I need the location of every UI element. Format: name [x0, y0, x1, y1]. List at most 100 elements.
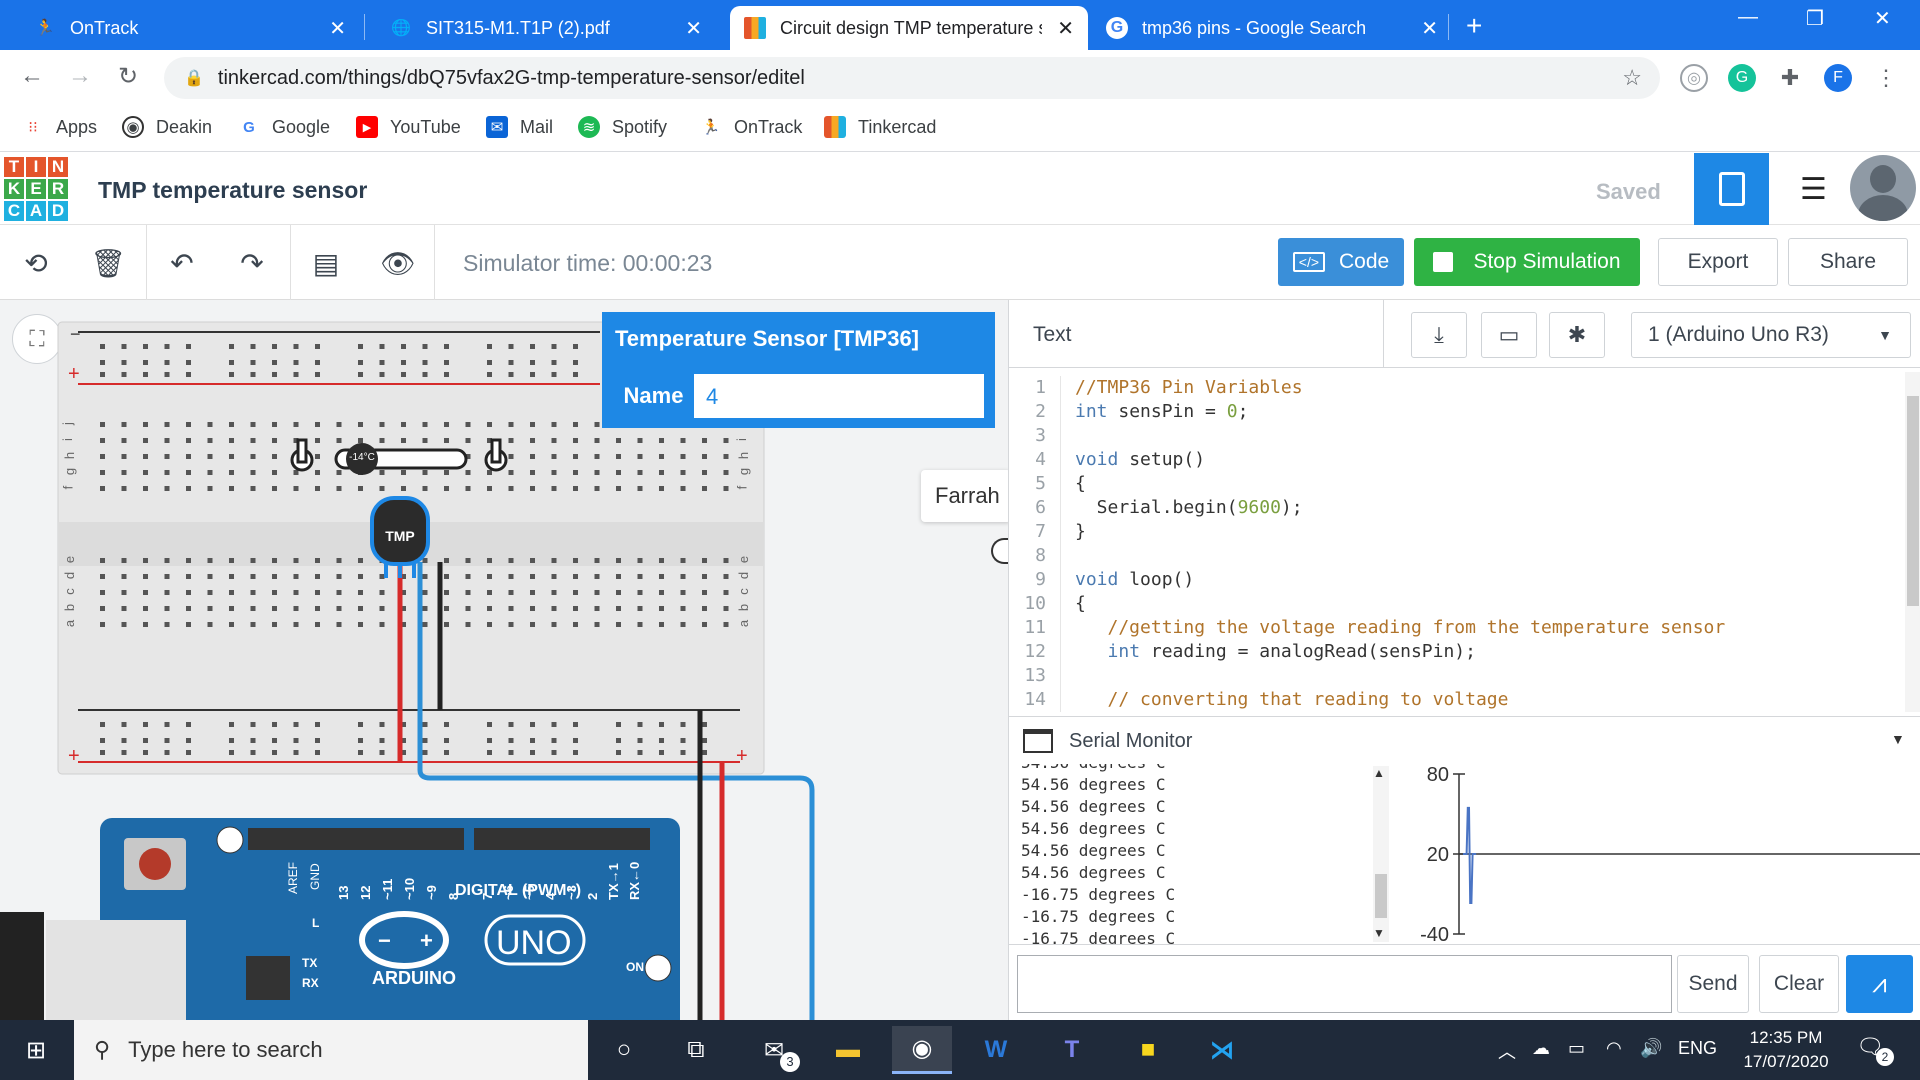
- bookmark-tinkercad[interactable]: Tinkercad: [824, 116, 936, 138]
- new-tab-button[interactable]: +: [1466, 10, 1482, 42]
- minimize-icon[interactable]: —: [1738, 6, 1758, 29]
- clock[interactable]: 12:35 PM 17/07/2020: [1736, 1026, 1836, 1074]
- trash-icon[interactable]: 🗑: [88, 243, 128, 283]
- menu-icon[interactable]: ⋮: [1872, 64, 1900, 92]
- volume-icon[interactable]: 🔊: [1640, 1038, 1662, 1059]
- bookmark-youtube[interactable]: ▶ YouTube: [356, 116, 461, 138]
- serial-monitor-header[interactable]: Serial Monitor ▼: [1009, 716, 1920, 764]
- cortana-icon[interactable]: ○: [594, 1026, 654, 1074]
- word-icon[interactable]: W: [966, 1026, 1026, 1074]
- battery-icon[interactable]: ▭: [1568, 1038, 1585, 1059]
- code-line[interactable]: 4 void setup(): [1009, 448, 1205, 472]
- notes-icon[interactable]: ▤: [306, 243, 346, 283]
- close-icon[interactable]: ✕: [1421, 16, 1438, 41]
- close-icon[interactable]: ✕: [685, 16, 702, 41]
- component-inspector[interactable]: Temperature Sensor [TMP36] Name 4: [602, 312, 995, 428]
- board-selector[interactable]: 1 (Arduino Uno R3) ▼: [1631, 312, 1911, 358]
- code-line[interactable]: 8: [1009, 544, 1075, 568]
- file-explorer-icon[interactable]: ▬: [818, 1026, 878, 1074]
- chevron-up-icon[interactable]: ︿: [1498, 1038, 1516, 1064]
- graph-toggle-icon[interactable]: ⩘: [1846, 955, 1913, 1013]
- logo-letter: I: [26, 157, 46, 177]
- task-view-icon[interactable]: ⧉: [666, 1026, 726, 1074]
- scroll-down-icon[interactable]: ▼: [1373, 926, 1385, 940]
- tinkercad-logo[interactable]: T I N K E R C A D: [4, 157, 68, 221]
- vscode-icon[interactable]: ⋊: [1192, 1026, 1252, 1074]
- code-line[interactable]: 6 Serial.begin(9600);: [1009, 496, 1303, 520]
- tab-pdf[interactable]: 🌐 SIT315-M1.T1P (2).pdf ✕: [376, 6, 716, 50]
- language-indicator[interactable]: ENG: [1678, 1038, 1717, 1059]
- serial-output[interactable]: 54.56 degrees C 54.56 degrees C 54.56 degr…: [1009, 764, 1409, 944]
- sticky-notes-icon[interactable]: ■: [1118, 1026, 1178, 1074]
- bookmark-ontrack[interactable]: 🏃 OnTrack: [700, 116, 803, 138]
- bookmark-apps[interactable]: ⁝⁝ Apps: [22, 116, 97, 138]
- code-line[interactable]: 11 //getting the voltage reading from th…: [1009, 616, 1725, 640]
- code-line[interactable]: 7}: [1009, 520, 1086, 544]
- extension-icon[interactable]: ◎: [1680, 64, 1708, 92]
- profile-avatar[interactable]: F: [1824, 64, 1852, 92]
- chevron-down-icon[interactable]: ▼: [1891, 731, 1905, 747]
- reload-icon[interactable]: ↻: [112, 62, 144, 91]
- code-line[interactable]: 1 //TMP36 Pin Variables: [1009, 376, 1303, 400]
- clear-button[interactable]: Clear: [1759, 955, 1839, 1013]
- eye-icon[interactable]: 👁: [378, 243, 418, 283]
- code-line[interactable]: 9 void loop(): [1009, 568, 1194, 592]
- code-button[interactable]: </> Code: [1278, 238, 1404, 286]
- bookmark-mail[interactable]: ✉ Mail: [486, 116, 553, 138]
- bookmark-deakin[interactable]: ◉ Deakin: [122, 116, 212, 138]
- project-title[interactable]: TMP temperature sensor: [98, 177, 367, 204]
- close-window-icon[interactable]: ✕: [1874, 6, 1891, 31]
- code-line[interactable]: 5{: [1009, 472, 1086, 496]
- download-icon[interactable]: ⤓: [1411, 312, 1467, 358]
- onedrive-icon[interactable]: ☁: [1532, 1038, 1550, 1059]
- send-button[interactable]: Send: [1677, 955, 1749, 1013]
- bookmark-spotify[interactable]: ≋ Spotify: [578, 116, 667, 138]
- undo-icon[interactable]: ↶: [162, 243, 202, 283]
- code-line[interactable]: 2 int sensPin = 0;: [1009, 400, 1248, 424]
- export-button[interactable]: Export: [1658, 238, 1778, 286]
- redo-icon[interactable]: ↷: [232, 243, 272, 283]
- code-line[interactable]: 14 // converting that reading to voltage: [1009, 688, 1508, 712]
- close-icon[interactable]: ✕: [329, 16, 346, 41]
- scroll-up-icon[interactable]: ▲: [1373, 766, 1385, 780]
- chrome-icon[interactable]: ◉: [892, 1026, 952, 1074]
- scrollbar-thumb[interactable]: [1375, 874, 1387, 918]
- address-bar[interactable]: 🔒 tinkercad.com/things/dbQ75vfax2G-tmp-t…: [164, 57, 1660, 99]
- debugger-bug-icon[interactable]: ✱: [1549, 312, 1605, 358]
- puzzle-icon[interactable]: ✚: [1776, 64, 1804, 92]
- close-icon[interactable]: ✕: [1057, 16, 1074, 41]
- rotate-icon[interactable]: ⟲: [16, 243, 56, 283]
- share-button[interactable]: Share: [1788, 238, 1908, 286]
- serial-input[interactable]: [1017, 955, 1672, 1013]
- tab-google[interactable]: G tmp36 pins - Google Search ✕: [1092, 6, 1452, 50]
- restore-icon[interactable]: ❐: [1806, 6, 1824, 31]
- tab-ontrack[interactable]: 🏃 OnTrack ✕: [20, 6, 360, 50]
- mail-app-icon[interactable]: ✉ 3: [744, 1026, 804, 1074]
- bookmark-google[interactable]: G Google: [238, 116, 330, 138]
- grammarly-icon[interactable]: G: [1728, 64, 1756, 92]
- code-line[interactable]: 12 int reading = analogRead(sensPin);: [1009, 640, 1476, 664]
- back-icon[interactable]: ←: [16, 62, 48, 90]
- code-line[interactable]: 3: [1009, 424, 1075, 448]
- teams-icon[interactable]: T: [1042, 1026, 1102, 1074]
- code-editor[interactable]: 1 //TMP36 Pin Variables 2 int sensPin = 0; 3…: [1009, 370, 1913, 716]
- schematic-view-button[interactable]: ☰: [1776, 153, 1851, 225]
- tab-tinkercad[interactable]: Circuit design TMP temperature s ✕: [730, 6, 1088, 50]
- code-line[interactable]: 13: [1009, 664, 1075, 688]
- scrollbar-thumb[interactable]: [1907, 396, 1919, 606]
- serial-scrollbar[interactable]: ▲ ▼: [1373, 766, 1389, 942]
- code-mode-label[interactable]: Text: [1033, 323, 1072, 347]
- forward-icon[interactable]: →: [64, 62, 96, 90]
- taskbar-search[interactable]: ⚲ Type here to search: [74, 1020, 588, 1080]
- stop-simulation-button[interactable]: Stop Simulation: [1414, 238, 1640, 286]
- name-field-input[interactable]: 4: [706, 384, 718, 410]
- wifi-icon[interactable]: ◠: [1606, 1038, 1622, 1059]
- notification-icon[interactable]: 🗨 2: [1856, 1034, 1896, 1068]
- windows-start-icon[interactable]: ⊞: [6, 1026, 66, 1074]
- circuit-view-button[interactable]: [1694, 153, 1769, 225]
- user-avatar[interactable]: [1850, 155, 1916, 221]
- star-icon[interactable]: ☆: [1622, 65, 1642, 91]
- code-scrollbar[interactable]: [1905, 372, 1920, 712]
- code-line[interactable]: 10 {: [1009, 592, 1086, 616]
- library-icon[interactable]: ▭: [1481, 312, 1537, 358]
